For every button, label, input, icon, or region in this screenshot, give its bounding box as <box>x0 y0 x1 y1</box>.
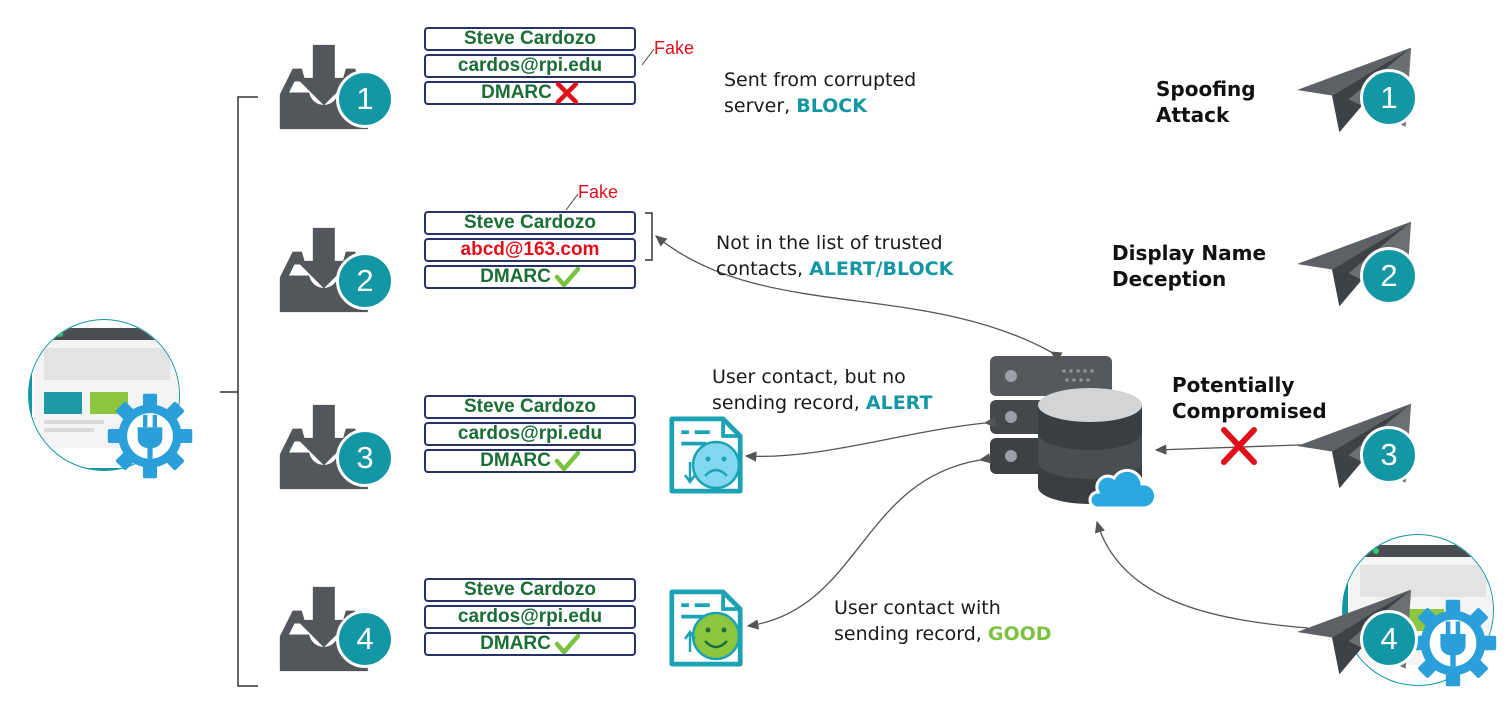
sender-name-field-3: Steve Cardozo <box>424 395 636 419</box>
attack-label-1: Spoofing Attack <box>1156 77 1256 127</box>
verdict-text-4: User contact with sending record, GOOD <box>834 597 1052 645</box>
dmarc-field-4: DMARC <box>424 632 636 656</box>
inbox-badge-3: 3 <box>336 429 394 487</box>
browser-plugin-icon <box>28 319 193 479</box>
happy-document-icon <box>672 592 740 664</box>
dmarc-fail-icon <box>555 82 579 104</box>
inbox-badge-4: 4 <box>336 610 394 668</box>
sad-document-icon <box>672 419 740 491</box>
fake-label-1: Fake <box>654 38 695 58</box>
inbox-badge-1: 1 <box>336 70 394 128</box>
row2-bracket <box>645 212 653 261</box>
action-good-4: GOOD <box>987 623 1052 645</box>
sender-email-field-3: cardos@rpi.edu <box>424 422 636 446</box>
dmarc-pass-icon <box>554 450 580 472</box>
plane-badge-1: 1 <box>1360 69 1418 127</box>
dmarc-label-4: DMARC <box>480 633 551 654</box>
verdict-text-1: Sent from corrupted server, BLOCK <box>724 69 917 117</box>
plane-badge-3: 3 <box>1360 426 1418 484</box>
plane-badge-2: 2 <box>1360 247 1418 305</box>
sender-name-field-2: Steve Cardozo <box>424 211 636 235</box>
verdict-text-3: User contact, but no sending record, ALE… <box>712 366 933 414</box>
dmarc-field-3: DMARC <box>424 449 636 473</box>
dmarc-pass-icon <box>554 633 580 655</box>
attack-label-2: Display Name Deception <box>1112 241 1267 291</box>
dmarc-pass-icon <box>554 266 580 288</box>
dmarc-label-1: DMARC <box>481 82 552 103</box>
sender-email-field-2: abcd@163.com <box>424 238 636 262</box>
action-alert-3: ALERT <box>865 392 933 414</box>
dmarc-field-2: DMARC <box>424 265 636 289</box>
dmarc-field-1: DMARC <box>424 81 636 105</box>
verdict-text-2: Not in the list of trusted contacts, ALE… <box>716 232 954 280</box>
sender-email-field-1: cardos@rpi.edu <box>424 54 636 78</box>
server-database-icon <box>990 356 1158 510</box>
arrow-row3 <box>744 416 996 462</box>
arrow-good-source <box>1094 520 1309 629</box>
attack-label-3: Potentially Compromised <box>1172 373 1327 423</box>
sender-email-field-4: cardos@rpi.edu <box>424 605 636 629</box>
fake-pointer-1 <box>641 48 655 66</box>
fake-label-2: Fake <box>578 182 619 202</box>
inbox-badge-2: 2 <box>336 252 394 310</box>
action-block-1: BLOCK <box>796 95 867 117</box>
action-alert-block-2: ALERT/BLOCK <box>809 258 954 280</box>
sender-name-field-4: Steve Cardozo <box>424 578 636 602</box>
dmarc-label-3: DMARC <box>480 450 551 471</box>
dmarc-label-2: DMARC <box>480 266 551 287</box>
fake-pointer-2 <box>565 193 579 211</box>
diagram-canvas: 1 2 3 4 1 2 3 4 Steve Cardozo cardos@rpi… <box>0 0 1512 714</box>
blocked-x-icon <box>1221 427 1257 465</box>
inbox-bracket <box>220 96 258 687</box>
plane-badge-4: 4 <box>1360 610 1418 668</box>
sender-name-field-1: Steve Cardozo <box>424 27 636 51</box>
